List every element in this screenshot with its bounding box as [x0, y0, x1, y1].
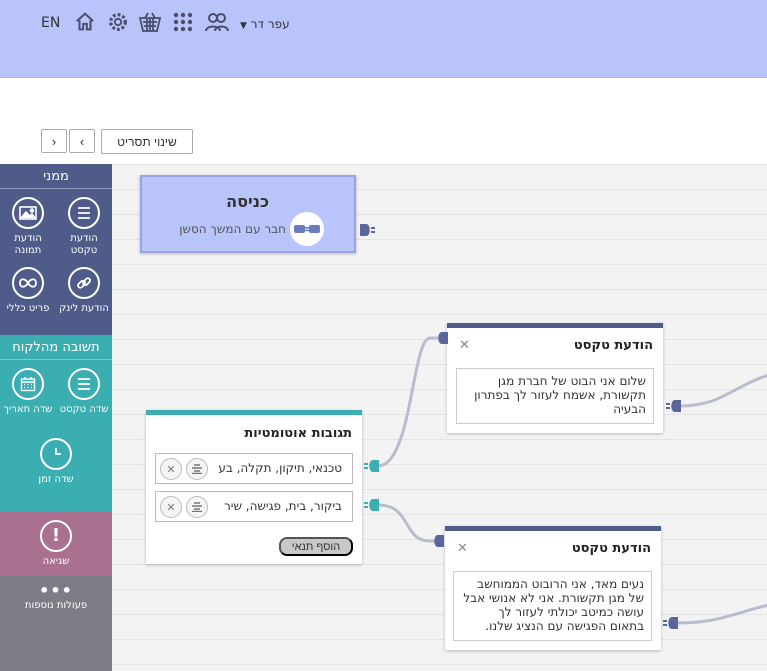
calendar-icon — [12, 368, 44, 400]
tool-label: פעולות נוספות — [24, 600, 88, 611]
apps-grid-icon[interactable] — [171, 10, 195, 34]
tool-time-field[interactable]: שדה זמן — [31, 438, 81, 486]
list-icon — [68, 197, 100, 229]
section-from-me: ממני הודעת טקסט הודעת תמונה הודעת לינק פ… — [0, 164, 112, 335]
tool-label: הודעת לינק — [59, 303, 109, 314]
text-message-node[interactable]: ✕ הודעת טקסט שלום אני הבוט של חברת מגן ת… — [447, 323, 663, 433]
align-icon[interactable] — [186, 496, 208, 518]
rename-script-button[interactable]: שינוי תסריט — [101, 129, 193, 154]
tools-panel: ממני הודעת טקסט הודעת תמונה הודעת לינק פ… — [0, 164, 112, 671]
entry-node[interactable]: כניסה חבר עם המשך הסשן — [140, 175, 356, 253]
link-icon — [68, 267, 100, 299]
clock-icon — [40, 438, 72, 470]
users-icon[interactable] — [205, 10, 229, 34]
plug-icon[interactable] — [290, 212, 324, 246]
home-icon[interactable] — [73, 10, 97, 34]
prev-button[interactable]: ‹ — [69, 129, 95, 153]
msg1-input-plug-icon[interactable] — [434, 330, 450, 350]
remove-condition-icon[interactable]: ✕ — [160, 496, 182, 518]
text-message-node[interactable]: ✕ הודעת טקסט נעים מאד, אני הרובוט הממוחש… — [445, 526, 661, 650]
tool-label: פריט כללי — [6, 303, 50, 314]
section-title: תשובה מהלקוח — [0, 335, 112, 360]
node-subtitle: חבר עם המשך הסשן — [179, 222, 286, 236]
node-title: כניסה — [226, 192, 269, 211]
section-title: ממני — [0, 164, 112, 189]
tool-general-item[interactable]: פריט כללי — [3, 267, 53, 315]
msg2-output-plug-icon[interactable] — [662, 615, 680, 635]
infinity-icon — [12, 267, 44, 299]
user-menu[interactable]: עפר דר ▼ — [238, 17, 290, 31]
exclamation-icon: ! — [40, 520, 72, 552]
language-switch[interactable]: EN — [41, 15, 60, 31]
section-more: ••• פעולות נוספות — [0, 576, 112, 671]
image-icon — [12, 197, 44, 229]
tool-text-field[interactable]: שדה טקסט — [59, 368, 109, 416]
chevron-down-icon: ▼ — [240, 21, 247, 31]
gear-icon[interactable] — [106, 10, 130, 34]
tool-date-field[interactable]: שדה תאריך — [3, 368, 53, 416]
flow-canvas[interactable]: כניסה חבר עם המשך הסשן ✕ הודעת טקסט שלום… — [112, 164, 767, 671]
tool-text-message[interactable]: הודעת טקסט — [59, 197, 109, 257]
condition-row[interactable]: טכנאי, תיקון, תקלה, בע ✕ — [155, 453, 353, 484]
close-icon[interactable]: ✕ — [457, 541, 468, 556]
basket-icon[interactable] — [138, 10, 162, 34]
next-button[interactable]: › — [41, 129, 67, 153]
condition-row[interactable]: ביקור, בית, פגישה, שיר ✕ — [155, 491, 353, 522]
add-condition-button[interactable]: הוסף תנאי — [279, 537, 353, 556]
list-icon — [68, 368, 100, 400]
auto-responses-node[interactable]: תגובות אוטומטיות טכנאי, תיקון, תקלה, בע … — [146, 410, 362, 564]
tool-link-message[interactable]: הודעת לינק — [59, 267, 109, 315]
dots-icon: ••• — [39, 581, 73, 600]
entry-output-plug-icon[interactable] — [358, 222, 376, 242]
top-bar: EN עפר דר ▼ — [0, 0, 767, 78]
tool-label: שדה טקסט — [59, 404, 109, 415]
tool-label: שדה זמן — [38, 474, 74, 485]
node-title: הודעת טקסט — [571, 541, 651, 556]
node-title: תגובות אוטומטיות — [244, 426, 352, 441]
remove-condition-icon[interactable]: ✕ — [160, 458, 182, 480]
user-name: עפר דר — [250, 17, 290, 31]
condition2-output-plug-icon[interactable] — [363, 497, 381, 517]
section-error: ! שגיאה — [0, 512, 112, 576]
tool-image-message[interactable]: הודעת תמונה — [3, 197, 53, 257]
align-icon[interactable] — [186, 458, 208, 480]
condition-text: ביקור, בית, פגישה, שיר — [224, 499, 342, 513]
msg1-output-plug-icon[interactable] — [665, 398, 683, 418]
tool-error[interactable]: ! שגיאה — [31, 520, 81, 568]
tool-label: הודעת תמונה — [14, 233, 42, 256]
message-text[interactable]: נעים מאד, אני הרובוט הממוחשב של מגן תקשו… — [453, 571, 652, 641]
node-title: הודעת טקסט — [573, 338, 653, 353]
section-from-client: תשובה מהלקוח שדה טקסט שדה תאריך שדה זמן — [0, 335, 112, 512]
tool-label: שדה תאריך — [3, 404, 53, 415]
close-icon[interactable]: ✕ — [459, 338, 470, 353]
msg2-input-plug-icon[interactable] — [430, 533, 446, 553]
tool-label: הודעת טקסט — [70, 233, 98, 256]
tool-label: שגיאה — [42, 556, 70, 567]
condition-text: טכנאי, תיקון, תקלה, בע — [218, 461, 342, 475]
tool-more-actions[interactable]: ••• פעולות נוספות — [16, 581, 96, 612]
condition1-output-plug-icon[interactable] — [363, 458, 381, 478]
message-text[interactable]: שלום אני הבוט של חברת מגן תקשורת, אשמח ל… — [456, 368, 654, 424]
